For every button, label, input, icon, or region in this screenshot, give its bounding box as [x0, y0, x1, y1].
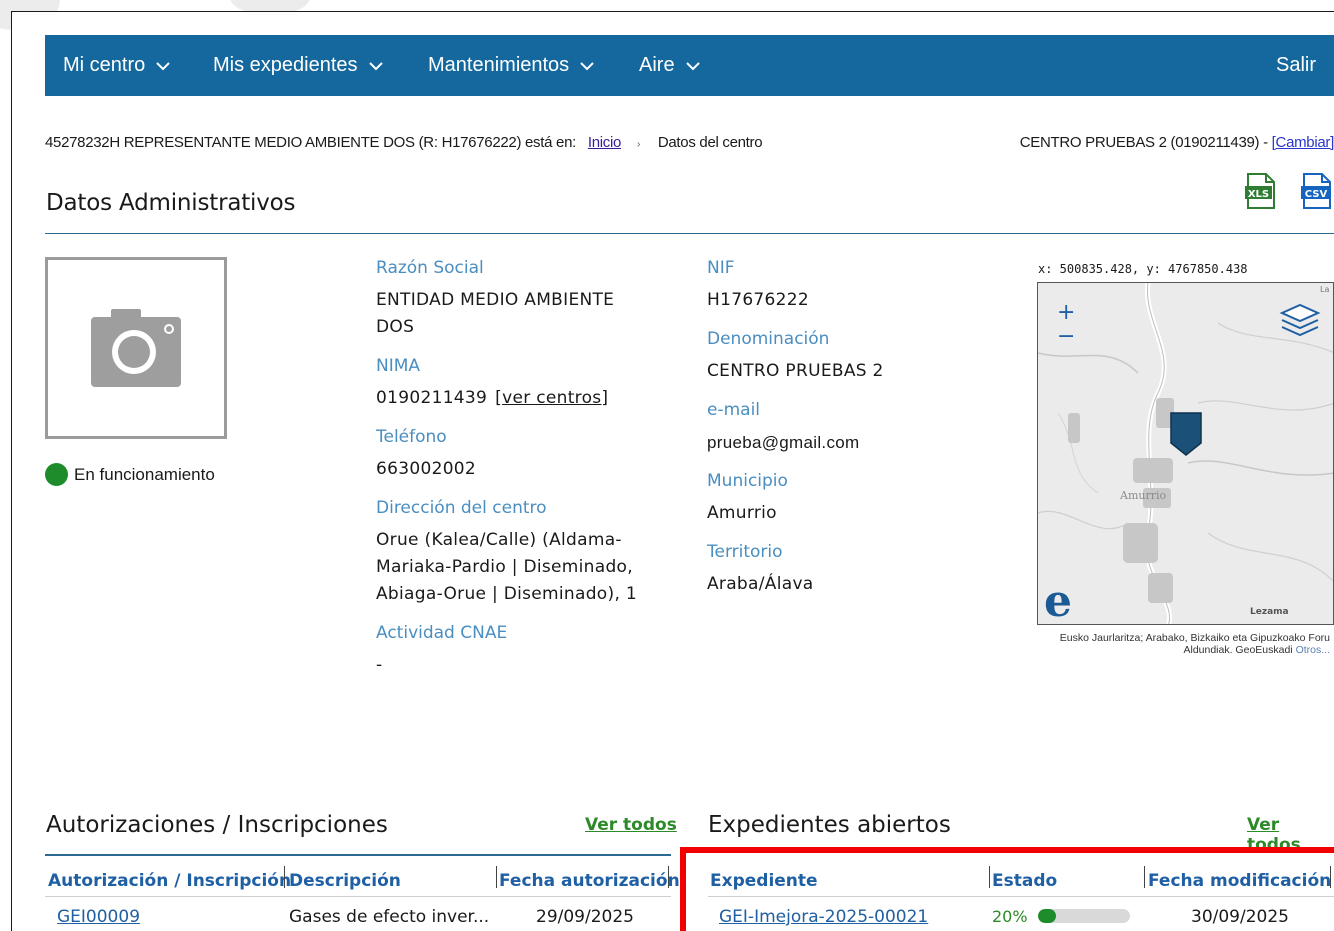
direccion-label: Dirección del centro: [376, 498, 547, 518]
estado-percent: 20%: [992, 907, 1028, 926]
autorizaciones-title: Autorizaciones / Inscripciones: [46, 812, 388, 838]
change-center-link[interactable]: [Cambiar]: [1272, 134, 1334, 151]
current-center-text: CENTRO PRUEBAS 2 (0190211439) -: [1019, 134, 1268, 151]
cnae-value: -: [376, 655, 383, 675]
export-csv-icon[interactable]: CSV: [1300, 173, 1333, 209]
svg-text:Lezama: Lezama: [1250, 607, 1289, 617]
descripcion-cell: Gases de efecto inver...: [289, 907, 490, 927]
nif-value: H17676222: [707, 290, 810, 310]
autorizaciones-ver-todos-link[interactable]: Ver todos: [585, 815, 677, 835]
chevron-down-icon: [685, 58, 701, 74]
col-header-autorizacion[interactable]: Autorización / Inscripción: [48, 871, 291, 891]
col-header-estado[interactable]: Estado: [992, 871, 1057, 891]
table-row-divider: [45, 896, 671, 897]
main-navbar: Mi centro Mis expedientes Mantenimientos…: [45, 35, 1334, 96]
title-divider: [45, 233, 1334, 234]
col-header-fecha-modificacion-label: Fecha modificación: [1148, 871, 1332, 891]
user-location-text: 45278232H REPRESENTANTE MEDIO AMBIENTE D…: [45, 134, 576, 151]
svg-text:CSV: CSV: [1305, 189, 1328, 200]
column-divider: [284, 866, 285, 888]
center-photo-placeholder[interactable]: [45, 257, 227, 439]
camera-icon: [91, 309, 181, 387]
table-row-divider: [708, 896, 1334, 897]
chevron-down-icon: [579, 58, 595, 74]
fecha-modificacion-cell: 30/09/2025: [1191, 907, 1289, 927]
nav-mantenimientos-label: Mantenimientos: [428, 54, 570, 76]
expedientes-title: Expedientes abiertos: [708, 812, 951, 838]
nima-label: NIMA: [376, 356, 421, 376]
territorio-label: Territorio: [707, 542, 783, 562]
map-attribution-text: Eusko Jaurlaritza; Arabako, Bizkaiko eta…: [1059, 632, 1330, 656]
column-divider: [1144, 866, 1145, 888]
chevron-down-icon: [155, 58, 171, 74]
svg-text:Amurrio: Amurrio: [1119, 489, 1166, 502]
status-dot-icon: [45, 463, 68, 486]
email-label: e-mail: [707, 400, 761, 420]
nav-mantenimientos[interactable]: Mantenimientos: [428, 54, 595, 77]
admin-info-column-2: NIF H17676222 Denominación CENTRO PRUEBA…: [707, 258, 1007, 613]
breadcrumb-home-link[interactable]: Inicio: [588, 134, 622, 151]
status-label: En funcionamiento: [74, 464, 215, 484]
expediente-link[interactable]: GEI-Imejora-2025-00021: [719, 907, 928, 927]
razon-social-label: Razón Social: [376, 258, 484, 278]
fecha-autorizacion-cell: 29/09/2025: [536, 907, 634, 927]
municipio-value: Amurrio: [707, 503, 777, 523]
col-header-descripcion[interactable]: Descripción: [289, 871, 401, 891]
nif-label: NIF: [707, 258, 735, 278]
current-center-info: CENTRO PRUEBAS 2 (0190211439) - [Cambiar…: [1020, 134, 1334, 151]
nima-row: 0190211439 [ver centros]: [376, 385, 666, 412]
denominacion-label: Denominación: [707, 329, 830, 349]
denominacion-value: CENTRO PRUEBAS 2: [707, 361, 884, 381]
zoom-out-button[interactable]: −: [1057, 325, 1075, 349]
column-divider: [1330, 866, 1331, 888]
breadcrumb-separator-icon: ›: [636, 139, 640, 150]
nav-mis-expedientes-label: Mis expedientes: [213, 54, 358, 76]
email-value: prueba@gmail.com: [707, 433, 860, 452]
column-divider: [668, 866, 669, 888]
page-title: Datos Administrativos: [46, 190, 296, 216]
nav-aire[interactable]: Aire: [639, 54, 701, 77]
municipio-label: Municipio: [707, 471, 788, 491]
estado-progress-bar: [1038, 909, 1130, 923]
telefono-value: 663002002: [376, 459, 477, 479]
autorizacion-id-cell: GEI00009: [57, 907, 140, 927]
map-zoom-controls: + −: [1057, 301, 1075, 349]
admin-info-column-1: Razón Social ENTIDAD MEDIO AMBIENTE DOS …: [376, 258, 666, 694]
logout-button[interactable]: Salir: [1276, 54, 1316, 77]
progress-fill: [1038, 909, 1057, 923]
status-badge: En funcionamiento: [45, 463, 215, 486]
autorizacion-link[interactable]: GEI00009: [57, 907, 140, 927]
column-divider: [496, 866, 497, 888]
nav-mi-centro-label: Mi centro: [63, 54, 146, 76]
direccion-value: Orue (Kalea/Calle) (Aldama-Mariaka-Pardi…: [376, 530, 637, 604]
nav-aire-label: Aire: [639, 54, 675, 76]
col-header-expediente[interactable]: Expediente: [710, 871, 818, 891]
export-xls-icon[interactable]: XLS: [1244, 173, 1277, 209]
col-header-fecha-autorizacion[interactable]: Fecha autorización: [499, 871, 680, 891]
nima-value: 0190211439: [376, 388, 488, 408]
ver-centros-link[interactable]: [ver centros]: [495, 388, 608, 408]
autorizaciones-divider: [45, 854, 671, 856]
territorio-value: Araba/Álava: [707, 574, 814, 594]
breadcrumb-current: Datos del centro: [657, 134, 763, 151]
map-attribution-link[interactable]: Otros...: [1296, 644, 1330, 656]
razon-social-value: ENTIDAD MEDIO AMBIENTE DOS: [376, 290, 615, 337]
map-coordinates: x: 500835.428, y: 4767850.438: [1038, 262, 1248, 276]
map-attribution: Eusko Jaurlaritza; Arabako, Bizkaiko eta…: [1040, 632, 1330, 656]
cnae-label: Actividad CNAE: [376, 623, 508, 643]
expediente-id-cell: GEI-Imejora-2025-00021: [719, 907, 928, 927]
zoom-in-button[interactable]: +: [1057, 301, 1075, 325]
breadcrumb: 45278232H REPRESENTANTE MEDIO AMBIENTE D…: [45, 134, 763, 151]
nav-mi-centro[interactable]: Mi centro: [63, 54, 171, 77]
location-map[interactable]: Amurrio Lezama La e: [1037, 282, 1334, 625]
svg-text:e: e: [1044, 576, 1072, 625]
nav-mis-expedientes[interactable]: Mis expedientes: [213, 54, 384, 77]
column-divider: [989, 866, 990, 888]
col-header-fecha-modificacion[interactable]: Fecha modificación ⬍: [1148, 871, 1334, 891]
telefono-label: Teléfono: [376, 427, 447, 447]
svg-text:La: La: [1320, 285, 1329, 294]
chevron-down-icon: [368, 58, 384, 74]
svg-text:XLS: XLS: [1248, 189, 1269, 200]
